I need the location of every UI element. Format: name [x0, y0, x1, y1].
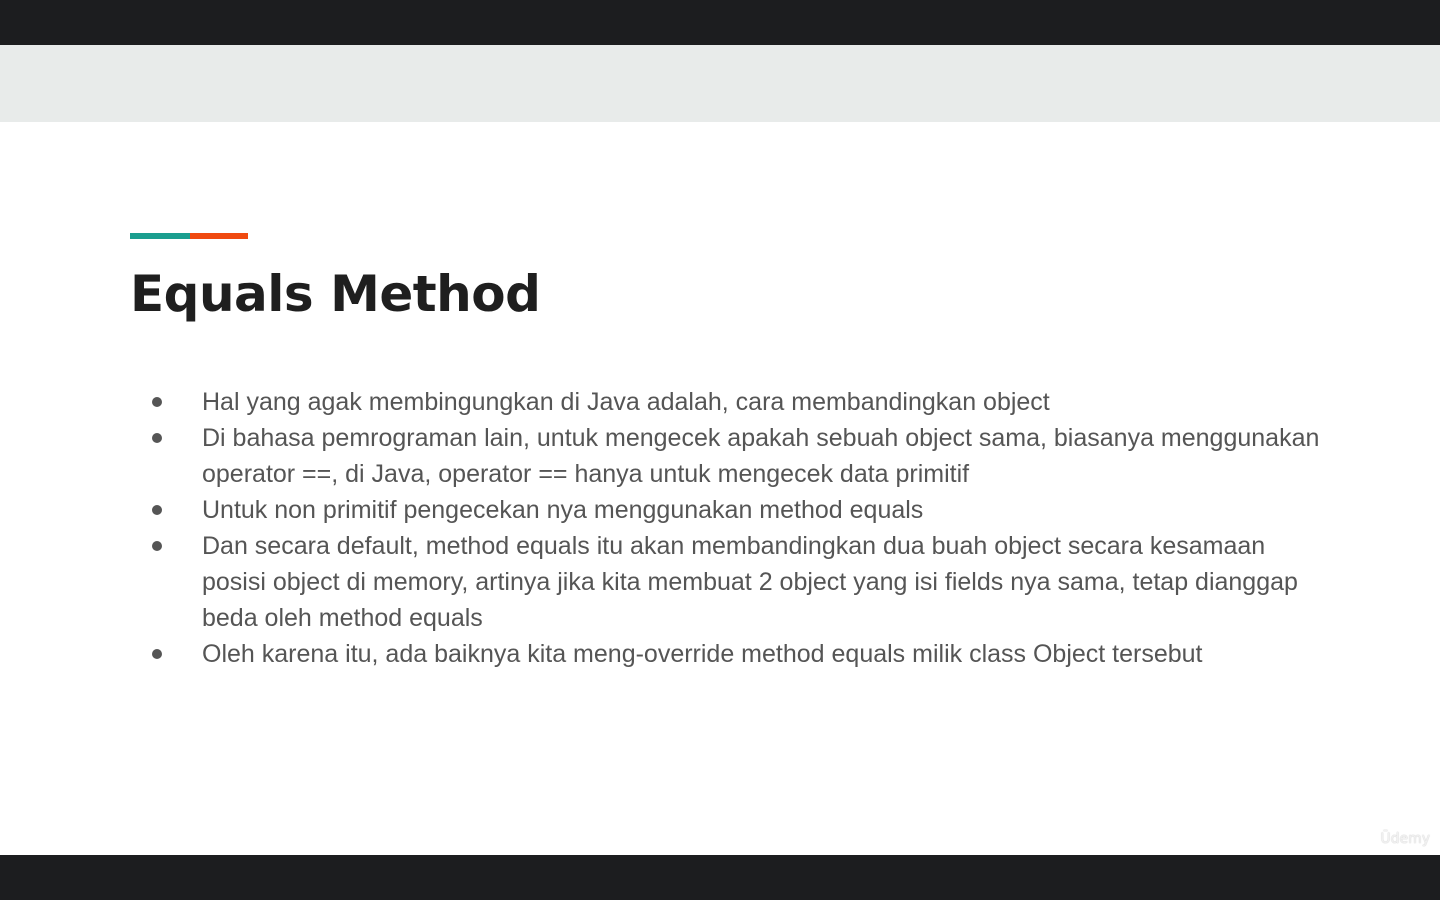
- accent-bar-teal-segment: [130, 233, 190, 239]
- bullet-text: Dan secara default, method equals itu ak…: [202, 532, 1298, 632]
- bullet-item: Hal yang agak membingungkan di Java adal…: [150, 384, 1330, 420]
- bullet-dot-icon: [152, 397, 162, 407]
- video-letterbox-bottom: [0, 855, 1440, 900]
- bullet-item: Untuk non primitif pengecekan nya menggu…: [150, 492, 1330, 528]
- bullet-item: Oleh karena itu, ada baiknya kita meng-o…: [150, 636, 1330, 672]
- bullet-text: Hal yang agak membingungkan di Java adal…: [202, 388, 1050, 416]
- bullet-item: Di bahasa pemrograman lain, untuk mengec…: [150, 420, 1330, 492]
- bullet-item: Dan secara default, method equals itu ak…: [150, 528, 1330, 636]
- bullet-text: Untuk non primitif pengecekan nya menggu…: [202, 496, 924, 524]
- video-letterbox-top: [0, 0, 1440, 45]
- bullet-text: Di bahasa pemrograman lain, untuk mengec…: [202, 424, 1320, 488]
- bullet-dot-icon: [152, 433, 162, 443]
- accent-bar-orange-segment: [190, 233, 248, 239]
- title-accent-bar: [130, 233, 248, 239]
- bullet-dot-icon: [152, 649, 162, 659]
- bullet-dot-icon: [152, 505, 162, 515]
- slide-header-band: [0, 45, 1440, 122]
- slide-title: Equals Method: [130, 265, 541, 323]
- udemy-watermark-logo: Ūdemy: [1380, 831, 1430, 847]
- bullet-list: Hal yang agak membingungkan di Java adal…: [150, 384, 1330, 672]
- bullet-dot-icon: [152, 541, 162, 551]
- presentation-slide: Equals Method Hal yang agak membingungka…: [0, 45, 1440, 855]
- bullet-text: Oleh karena itu, ada baiknya kita meng-o…: [202, 640, 1203, 668]
